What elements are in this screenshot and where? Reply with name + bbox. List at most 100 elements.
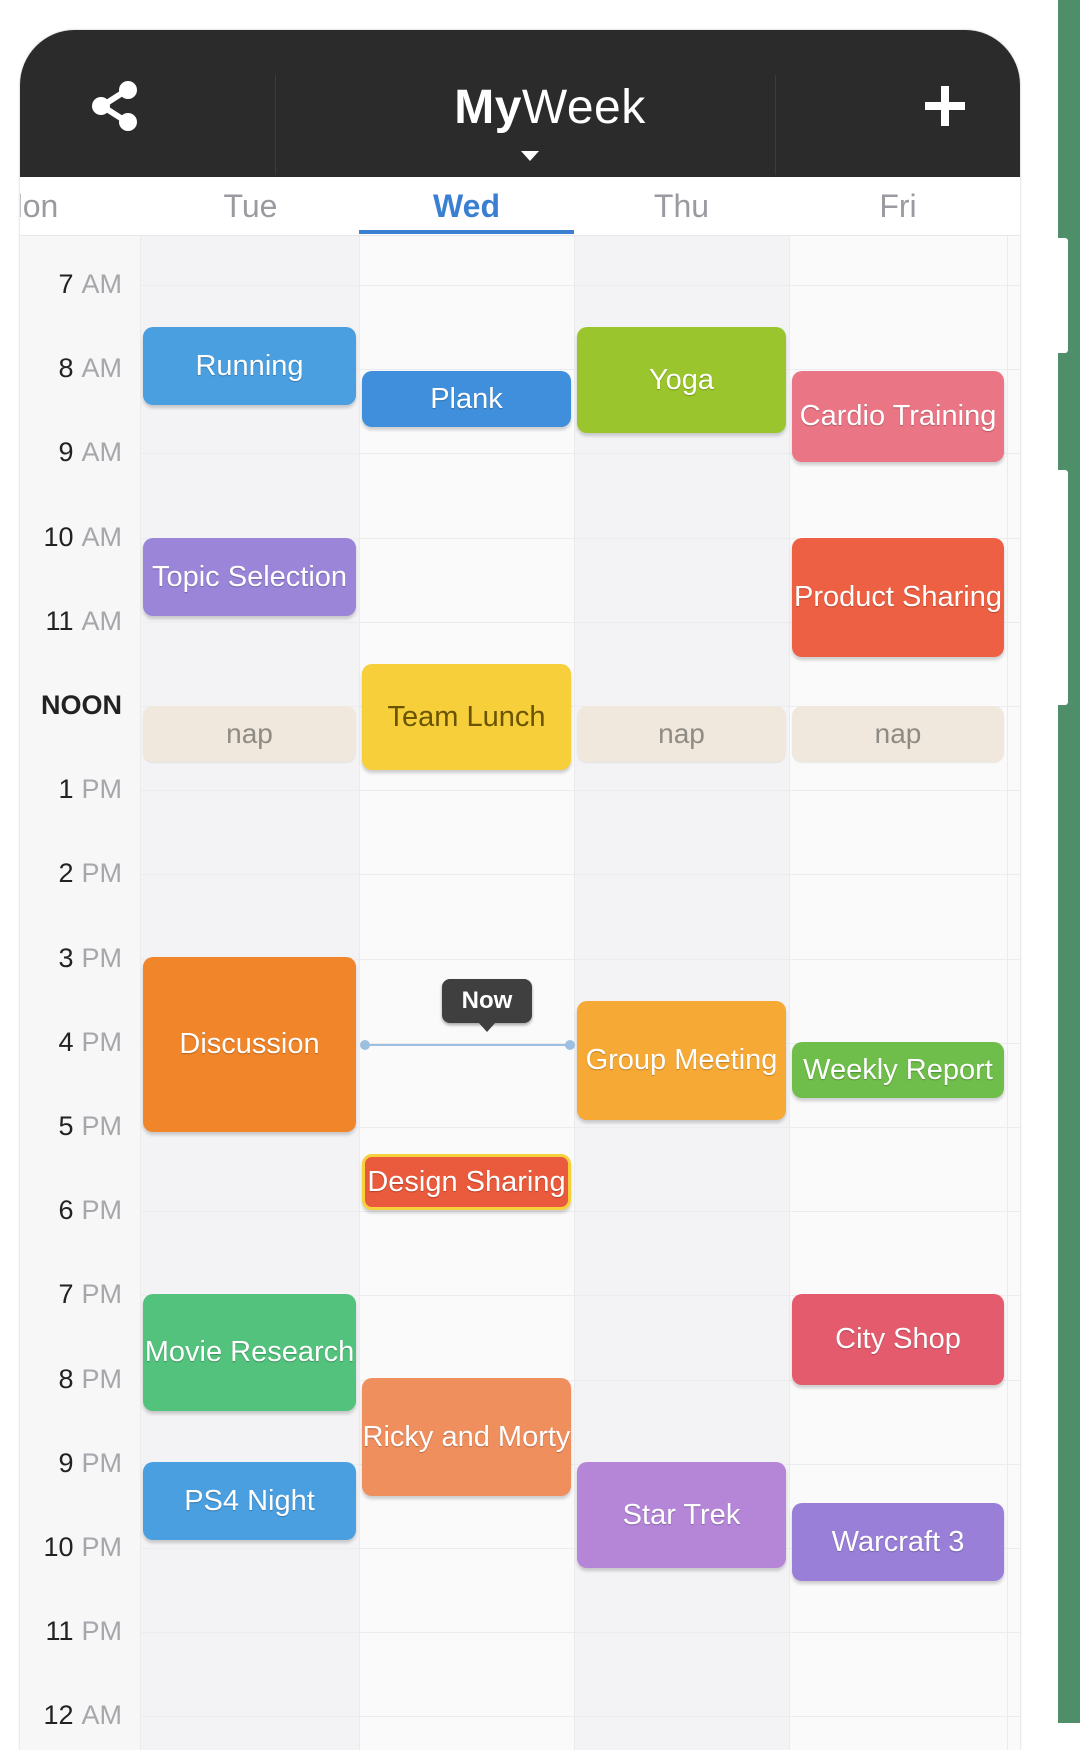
time-unit: PM	[81, 1364, 123, 1394]
event-cardio-training[interactable]: Cardio Training	[792, 371, 1004, 462]
time-label: 1 PM	[20, 774, 122, 805]
time-label: 2 PM	[20, 858, 122, 889]
time-hour: 7	[58, 269, 74, 299]
time-unit: PM	[81, 1027, 123, 1057]
event-ps4-night[interactable]: PS4 Night	[143, 1462, 356, 1540]
time-hour: 7	[58, 1279, 74, 1309]
event-product-sharing[interactable]: Product Sharing	[792, 538, 1004, 657]
hour-line	[140, 285, 1020, 286]
tab-mon[interactable]: lon	[20, 177, 142, 235]
time-hour: NOON	[41, 690, 122, 720]
tab-fri[interactable]: Fri	[789, 177, 1007, 235]
column-divider	[140, 236, 141, 1750]
event-running[interactable]: Running	[143, 327, 356, 405]
column-divider	[1007, 236, 1008, 1750]
time-unit: AM	[81, 606, 123, 636]
event-star-trek[interactable]: Star Trek	[577, 1462, 786, 1568]
time-label: 8 PM	[20, 1364, 122, 1395]
time-label: 3 PM	[20, 943, 122, 974]
event-nap[interactable]: nap	[143, 706, 356, 762]
time-unit: PM	[81, 858, 123, 888]
event-yoga[interactable]: Yoga	[577, 327, 786, 433]
time-label: 11 PM	[20, 1616, 122, 1647]
active-day-indicator	[359, 230, 574, 234]
time-hour: 1	[58, 774, 74, 804]
app-title[interactable]: MyWeek	[350, 78, 750, 138]
event-ricky-and-morty[interactable]: Ricky and Morty	[362, 1378, 571, 1496]
column-divider	[359, 236, 360, 1750]
event-topic-selection[interactable]: Topic Selection	[143, 538, 356, 616]
time-unit: PM	[81, 1616, 123, 1646]
now-badge: Now	[442, 979, 532, 1023]
time-hour: 9	[58, 437, 74, 467]
time-hour: 6	[58, 1195, 74, 1225]
tab-wed[interactable]: Wed	[359, 177, 574, 235]
hour-line	[140, 874, 1020, 875]
time-unit: AM	[81, 353, 123, 383]
event-nap[interactable]: nap	[792, 706, 1004, 762]
time-unit: PM	[81, 1195, 123, 1225]
time-hour: 2	[58, 858, 74, 888]
time-hour: 8	[58, 1364, 74, 1394]
header-divider	[275, 75, 276, 175]
hour-line	[140, 1632, 1020, 1633]
event-discussion[interactable]: Discussion	[143, 957, 356, 1132]
header-divider	[775, 75, 776, 175]
time-hour: 4	[58, 1027, 74, 1057]
event-team-lunch[interactable]: Team Lunch	[362, 664, 571, 770]
current-time-dot	[565, 1040, 575, 1050]
title-bold: My	[454, 81, 522, 134]
time-unit: PM	[81, 774, 123, 804]
time-hour: 11	[45, 1616, 74, 1646]
event-movie-research[interactable]: Movie Research	[143, 1294, 356, 1411]
event-city-shop[interactable]: City Shop	[792, 1294, 1004, 1385]
time-hour: 5	[58, 1111, 74, 1141]
time-hour: 10	[43, 522, 74, 552]
share-icon	[89, 80, 141, 137]
event-group-meeting[interactable]: Group Meeting	[577, 1001, 786, 1120]
day-tabs: lon Tue Wed Thu Fri	[20, 177, 1020, 236]
event-nap[interactable]: nap	[577, 706, 786, 762]
app-header: MyWeek	[20, 30, 1020, 177]
time-label: 7 AM	[20, 269, 122, 300]
side-tab	[1058, 470, 1068, 705]
event-design-sharing[interactable]: Design Sharing	[362, 1154, 571, 1210]
time-unit: PM	[81, 1111, 123, 1141]
time-label: 9 AM	[20, 437, 122, 468]
tab-thu[interactable]: Thu	[574, 177, 789, 235]
plus-icon	[922, 83, 968, 134]
time-unit: AM	[81, 269, 123, 299]
event-warcraft-3[interactable]: Warcraft 3	[792, 1503, 1004, 1581]
time-unit: AM	[81, 522, 123, 552]
time-unit: PM	[81, 943, 123, 973]
event-plank[interactable]: Plank	[362, 371, 571, 427]
hour-line	[140, 1716, 1020, 1717]
time-hour: 8	[58, 353, 74, 383]
share-button[interactable]	[85, 78, 145, 138]
time-label: 11 AM	[20, 606, 122, 637]
time-label: 4 PM	[20, 1027, 122, 1058]
app-screen: MyWeek lon Tue Wed Thu Fri 7AM8AM9AM10AM…	[20, 30, 1020, 1750]
time-label: 10 PM	[20, 1532, 122, 1563]
time-hour: 9	[58, 1448, 74, 1478]
time-unit: AM	[81, 1700, 123, 1730]
add-event-button[interactable]	[915, 78, 975, 138]
time-label: 10 AM	[20, 522, 122, 553]
time-unit: AM	[81, 437, 123, 467]
time-label: 9 PM	[20, 1448, 122, 1479]
chevron-down-icon[interactable]	[521, 151, 539, 161]
hour-line	[140, 790, 1020, 791]
time-unit: PM	[81, 1532, 123, 1562]
time-label: 12 AM	[20, 1700, 122, 1731]
hour-line	[140, 1211, 1020, 1212]
side-tab	[1058, 238, 1068, 353]
time-label: 8 AM	[20, 353, 122, 384]
time-label: 5 PM	[20, 1111, 122, 1142]
tab-tue[interactable]: Tue	[142, 177, 359, 235]
event-weekly-report[interactable]: Weekly Report	[792, 1042, 1004, 1098]
time-hour: 12	[43, 1700, 74, 1730]
time-hour: 3	[58, 943, 74, 973]
time-unit: PM	[81, 1448, 123, 1478]
current-time-line	[363, 1044, 571, 1046]
time-hour: 10	[43, 1532, 74, 1562]
